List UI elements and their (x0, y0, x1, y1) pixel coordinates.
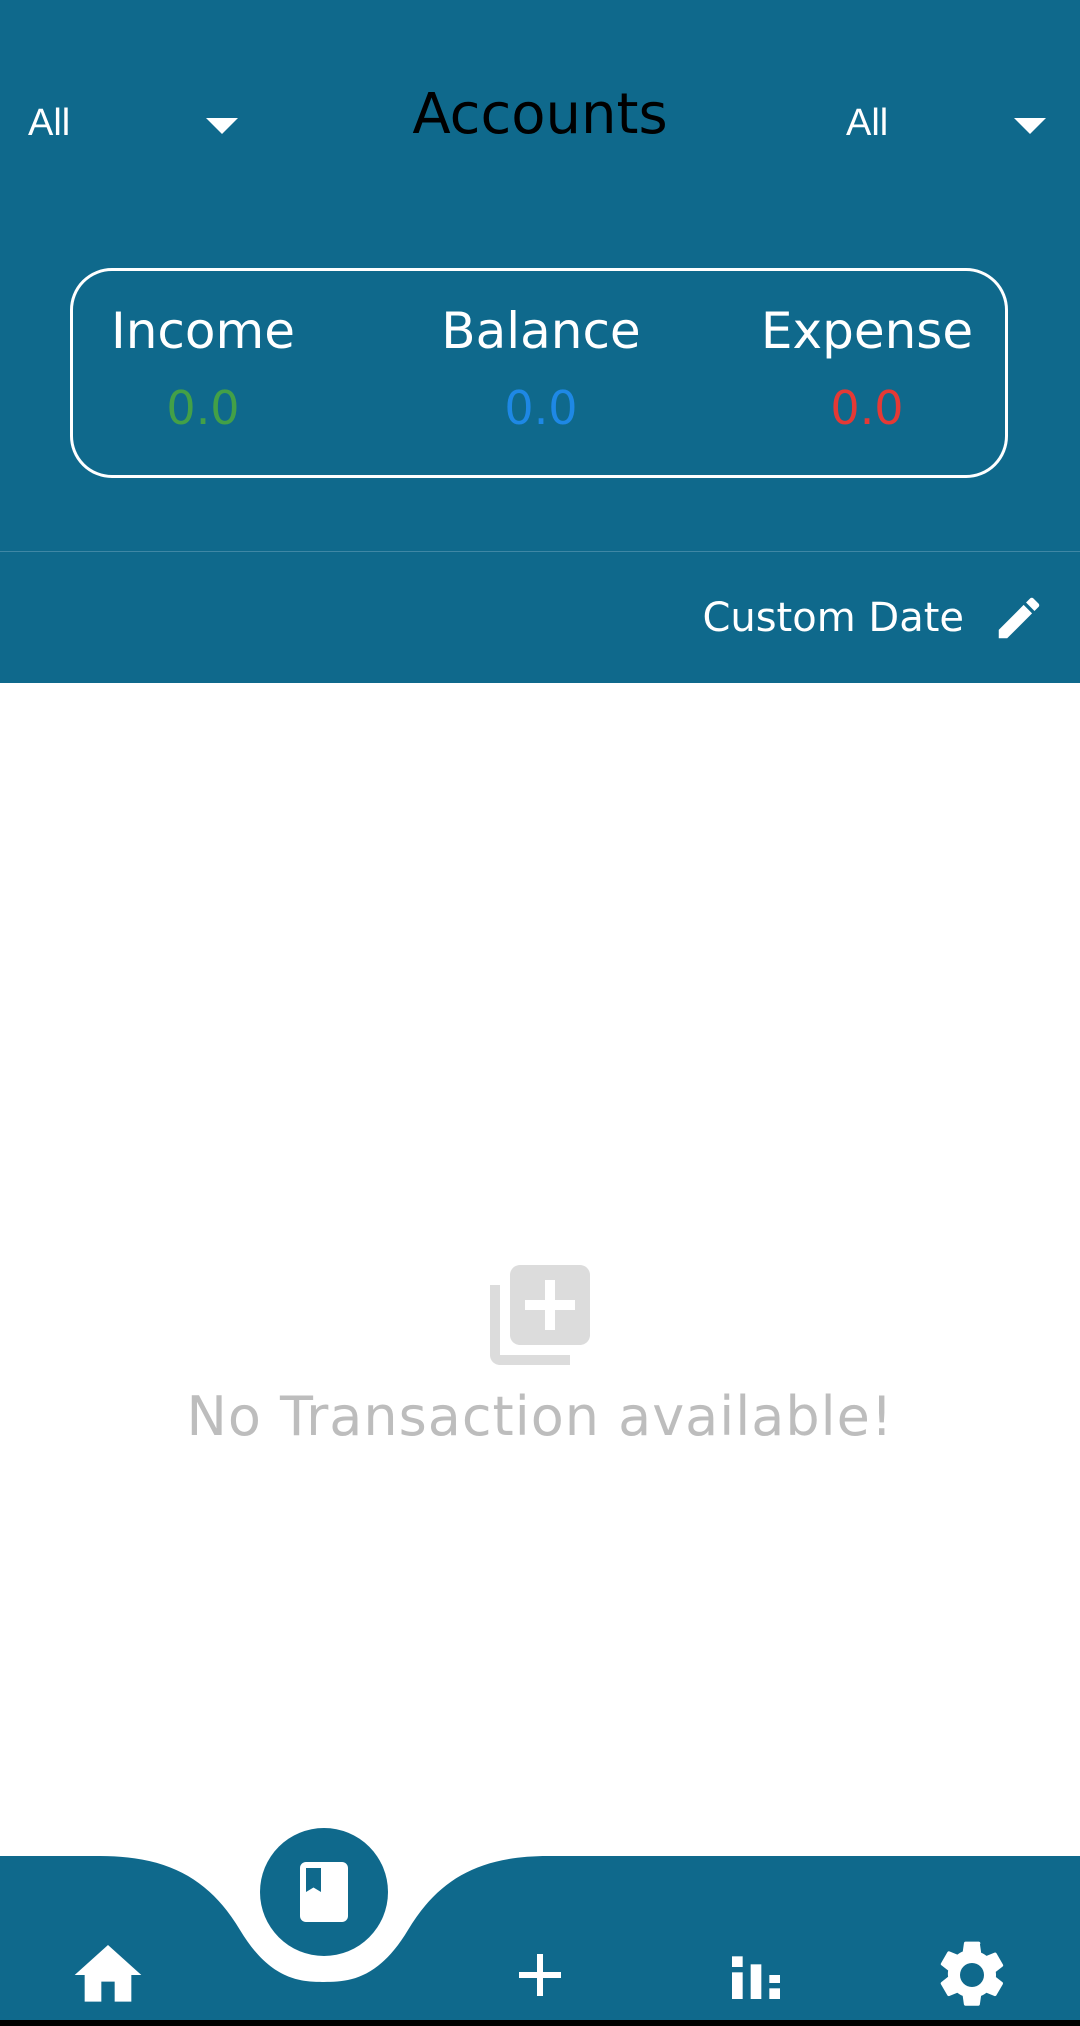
page-title: Accounts (412, 82, 668, 147)
income-label: Income (111, 302, 295, 360)
top-bar: All Accounts All (0, 0, 1080, 245)
add-library-icon (490, 1265, 590, 1365)
header: All Accounts All Income 0.0 Balance 0.0 … (0, 0, 1080, 683)
income-summary: Income 0.0 (73, 301, 333, 433)
plus-icon (519, 1954, 561, 1996)
balance-summary: Balance 0.0 (411, 301, 671, 433)
right-filter-dropdown[interactable]: All (846, 88, 1046, 158)
chevron-down-icon (1014, 118, 1046, 134)
nav-settings-button[interactable] (922, 1925, 1022, 2025)
divider (0, 551, 1080, 552)
expense-summary: Expense 0.0 (737, 301, 997, 433)
summary-card: Income 0.0 Balance 0.0 Expense 0.0 (70, 268, 1008, 478)
empty-state-message: No Transaction available! (186, 1385, 894, 1448)
pencil-icon (998, 597, 1040, 639)
gear-icon (940, 1941, 1004, 2006)
balance-value: 0.0 (504, 381, 578, 435)
nav-stats-button[interactable] (706, 1925, 806, 2025)
balance-label: Balance (441, 302, 641, 360)
bottom-navigation (0, 1820, 1080, 2026)
left-filter-dropdown[interactable]: All (28, 88, 238, 158)
nav-home-button[interactable] (58, 1925, 158, 2025)
screen-bottom-edge (0, 2020, 1080, 2026)
expense-value: 0.0 (830, 381, 904, 435)
nav-add-button[interactable] (490, 1925, 590, 2025)
custom-date-label: Custom Date (702, 595, 964, 641)
book-icon (300, 1862, 348, 1922)
chevron-down-icon (206, 118, 238, 134)
custom-date-button[interactable]: Custom Date (702, 590, 1046, 646)
empty-state: No Transaction available! (0, 1255, 1080, 1448)
left-filter-value: All (28, 101, 71, 144)
nav-accounts-button[interactable] (260, 1828, 388, 1956)
expense-label: Expense (760, 302, 974, 360)
income-value: 0.0 (166, 381, 240, 435)
bar-chart-icon (732, 1956, 780, 1999)
home-icon (74, 1945, 142, 2002)
right-filter-value: All (846, 101, 889, 144)
